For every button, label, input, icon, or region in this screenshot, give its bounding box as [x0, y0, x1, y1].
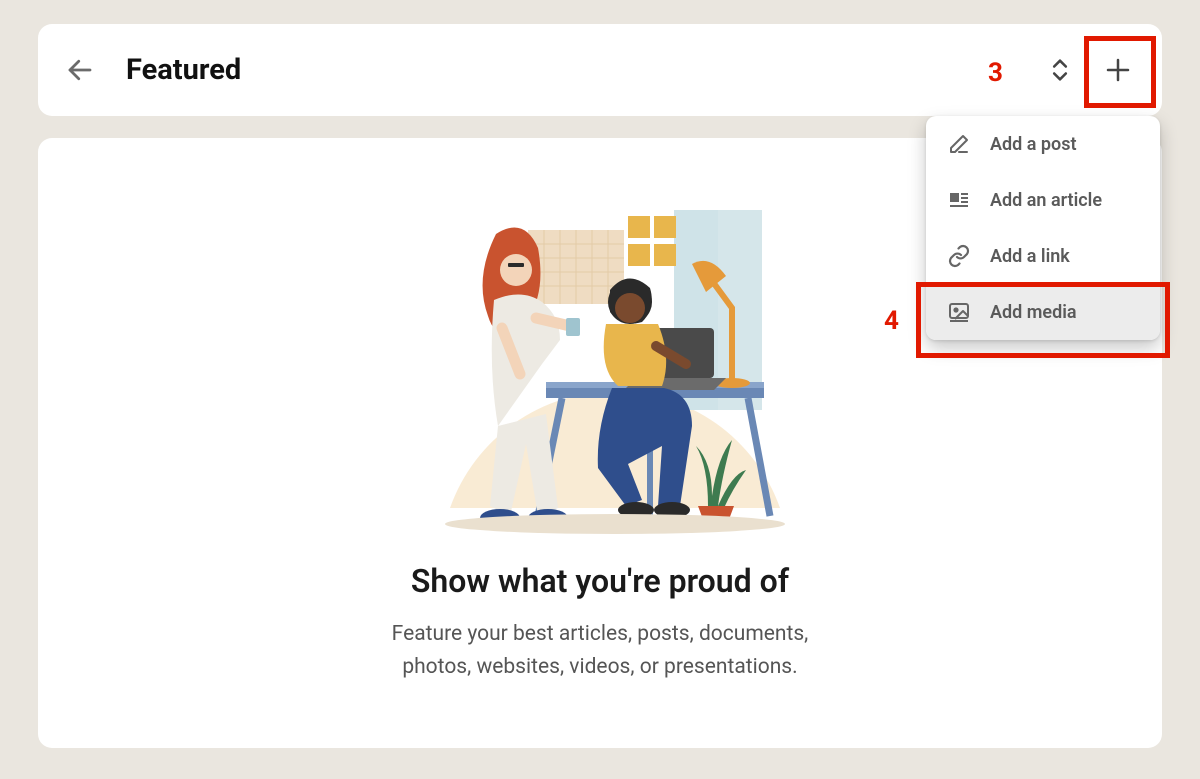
- empty-state-subtext: Feature your best articles, posts, docum…: [370, 618, 830, 683]
- add-post-item[interactable]: Add a post: [926, 116, 1160, 172]
- menu-item-label: Add media: [990, 302, 1077, 323]
- featured-header: Featured: [38, 24, 1162, 116]
- add-link-item[interactable]: Add a link: [926, 228, 1160, 284]
- add-media-item[interactable]: Add media: [926, 284, 1160, 340]
- add-button[interactable]: [1096, 48, 1140, 92]
- arrow-left-icon: [65, 55, 95, 85]
- plus-icon: [1103, 55, 1133, 85]
- media-icon: [946, 299, 972, 325]
- add-article-item[interactable]: Add an article: [926, 172, 1160, 228]
- back-button[interactable]: [60, 50, 100, 90]
- chevron-up-down-icon: [1046, 56, 1074, 84]
- page-title: Featured: [126, 53, 241, 87]
- people-at-desk-illustration: [410, 168, 790, 538]
- empty-state-headline: Show what you're proud of: [411, 562, 789, 600]
- reorder-button[interactable]: [1038, 48, 1082, 92]
- menu-item-label: Add a post: [990, 134, 1077, 155]
- menu-item-label: Add an article: [990, 190, 1102, 211]
- add-menu: Add a post Add an article A: [926, 116, 1160, 340]
- link-icon: [946, 243, 972, 269]
- illustration: [410, 168, 790, 538]
- compose-icon: [946, 131, 972, 157]
- article-icon: [946, 187, 972, 213]
- menu-item-label: Add a link: [990, 246, 1070, 267]
